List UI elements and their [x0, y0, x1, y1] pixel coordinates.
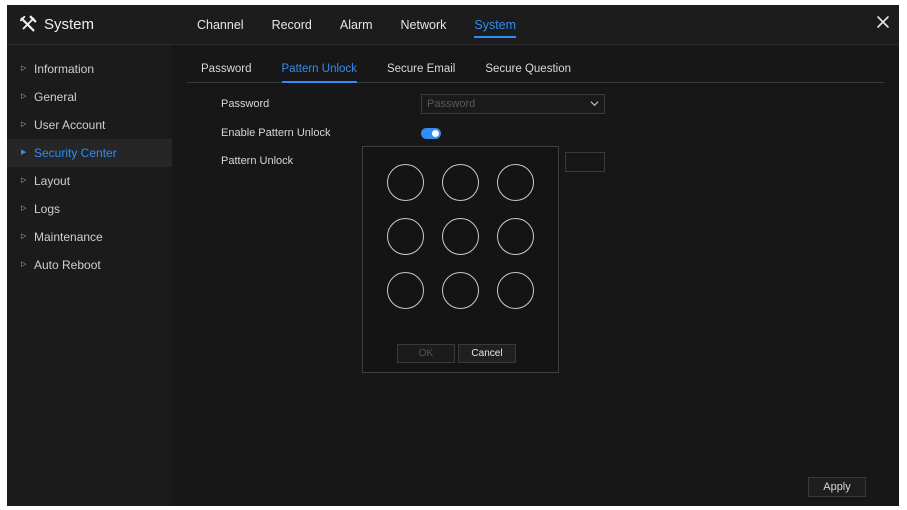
- tab-channel[interactable]: Channel: [197, 5, 244, 44]
- sidebar-item-label: Information: [34, 62, 95, 76]
- tools-icon: [19, 15, 37, 32]
- cancel-button[interactable]: Cancel: [458, 344, 516, 363]
- triangle-right-icon: ▷: [21, 205, 27, 212]
- app-title: System: [19, 13, 94, 35]
- sidebar-item-label: Auto Reboot: [34, 258, 101, 272]
- triangle-right-icon: ▶: [21, 149, 27, 156]
- sidebar-item-label: User Account: [34, 118, 106, 132]
- sidebar: ▷ Information ▷ General ▷ User Account ▶…: [7, 45, 172, 506]
- password-select-placeholder: Password: [427, 98, 476, 110]
- pattern-dot[interactable]: [387, 272, 424, 309]
- sidebar-item-label: Logs: [34, 202, 61, 216]
- sidebar-item-layout[interactable]: ▷ Layout: [7, 167, 172, 195]
- close-icon[interactable]: [875, 14, 891, 30]
- enable-pattern-unlock-label: Enable Pattern Unlock: [221, 127, 331, 139]
- sidebar-item-user-account[interactable]: ▷ User Account: [7, 111, 172, 139]
- top-bar: System Channel Record Alarm Network Syst…: [7, 5, 899, 45]
- pattern-dot[interactable]: [387, 218, 424, 255]
- sidebar-item-label: Security Center: [34, 146, 117, 160]
- settings-window: System Channel Record Alarm Network Syst…: [7, 5, 899, 506]
- tab-record[interactable]: Record: [272, 5, 312, 44]
- tab-alarm[interactable]: Alarm: [340, 5, 373, 44]
- enable-pattern-unlock-toggle[interactable]: [421, 128, 441, 139]
- pattern-dialog: OK Cancel: [362, 146, 559, 373]
- triangle-right-icon: ▷: [21, 65, 27, 72]
- triangle-right-icon: ▷: [21, 233, 27, 240]
- tab-network[interactable]: Network: [401, 5, 447, 44]
- sidebar-item-label: General: [34, 90, 77, 104]
- triangle-right-icon: ▷: [21, 93, 27, 100]
- sidebar-item-information[interactable]: ▷ Information: [7, 55, 172, 83]
- pattern-dot[interactable]: [497, 218, 534, 255]
- pattern-dot[interactable]: [497, 272, 534, 309]
- sidebar-item-label: Maintenance: [34, 230, 103, 244]
- sidebar-item-security-center[interactable]: ▶ Security Center: [7, 139, 172, 167]
- sidebar-item-general[interactable]: ▷ General: [7, 83, 172, 111]
- password-select[interactable]: Password: [421, 94, 605, 114]
- chevron-down-icon: [590, 101, 599, 107]
- subtab-pattern-unlock[interactable]: Pattern Unlock: [281, 62, 358, 83]
- apply-button[interactable]: Apply: [808, 477, 866, 497]
- sub-tabs: Password Pattern Unlock Secure Email Sec…: [187, 62, 884, 83]
- pattern-unlock-field[interactable]: [565, 152, 605, 172]
- triangle-right-icon: ▷: [21, 261, 27, 268]
- pattern-dot[interactable]: [442, 164, 479, 201]
- password-label: Password: [221, 98, 270, 110]
- sidebar-item-logs[interactable]: ▷ Logs: [7, 195, 172, 223]
- triangle-right-icon: ▷: [21, 121, 27, 128]
- ok-button[interactable]: OK: [397, 344, 455, 363]
- sidebar-item-maintenance[interactable]: ▷ Maintenance: [7, 223, 172, 251]
- top-tabs: Channel Record Alarm Network System: [197, 5, 544, 44]
- subtab-secure-question[interactable]: Secure Question: [485, 62, 571, 82]
- pattern-dot[interactable]: [497, 164, 534, 201]
- pattern-grid: [387, 164, 537, 309]
- subtab-password[interactable]: Password: [201, 62, 252, 82]
- sidebar-item-auto-reboot[interactable]: ▷ Auto Reboot: [7, 251, 172, 279]
- app-title-text: System: [44, 15, 95, 33]
- tab-system[interactable]: System: [474, 5, 516, 44]
- pattern-unlock-label: Pattern Unlock: [221, 155, 294, 167]
- subtab-secure-email[interactable]: Secure Email: [387, 62, 455, 82]
- pattern-dot[interactable]: [442, 218, 479, 255]
- pattern-dot[interactable]: [442, 272, 479, 309]
- triangle-right-icon: ▷: [21, 177, 27, 184]
- sidebar-item-label: Layout: [34, 174, 71, 188]
- pattern-dot[interactable]: [387, 164, 424, 201]
